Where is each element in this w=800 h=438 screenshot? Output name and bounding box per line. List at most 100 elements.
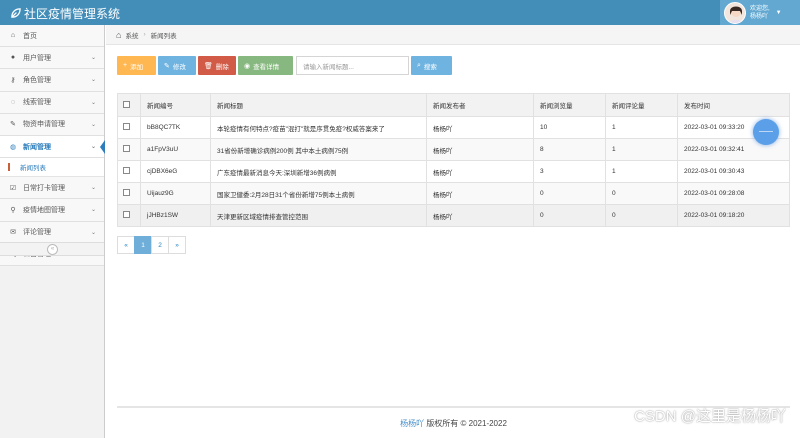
footer-copyright: 版权所有 © 2021-2022 — [426, 419, 507, 428]
column-header[interactable]: 新闻标题 — [210, 93, 427, 117]
key-icon: ⚷ — [10, 76, 16, 84]
sidebar-item[interactable]: ⌂ 首页 — [0, 25, 104, 48]
table-header-row: 新闻编号 新闻标题 新闻发布者 新闻浏览量 新闻评论量 发布时间 — [117, 93, 790, 117]
eye-icon: ◉ — [244, 62, 251, 70]
search-input[interactable]: 请输入新闻标题... — [296, 56, 409, 75]
table-cell: 天津更新区域疫情排查管控范围 — [210, 204, 427, 227]
table-cell: 10 — [533, 116, 606, 139]
table-cell: 0 — [533, 182, 606, 205]
sidebar-item[interactable]: ☑ 日常打卡管理 ⌄ — [0, 177, 104, 200]
table-cell: 0 — [605, 182, 678, 205]
user-menu[interactable]: 欢迎您, 杨杨吖 ▼ — [720, 0, 800, 25]
top-navbar: 社区疫情管理系统 欢迎您, 杨杨吖 ▼ — [0, 0, 800, 25]
table-cell: cjDBX6eG — [140, 160, 211, 183]
column-header[interactable]: 发布时间 — [677, 93, 790, 117]
pencil-icon: ✎ — [164, 62, 170, 70]
sidebar-item-label: 线索管理 — [23, 99, 51, 107]
double-chevron-left-icon[interactable]: « — [47, 244, 58, 255]
search-label: 搜索 — [423, 63, 437, 71]
table-cell: 0 — [605, 204, 678, 227]
page-next[interactable]: » — [168, 236, 186, 254]
table-cell: 杨杨吖 — [426, 116, 534, 139]
page-2[interactable]: 2 — [151, 236, 169, 254]
table-row[interactable]: jJHBz1SW 天津更新区域疫情排查管控范围 杨杨吖 0 0 2022-03-01 09… — [117, 204, 790, 227]
sidebar-item-label: 评论管理 — [23, 229, 51, 237]
checkbox-icon: ☑ — [9, 184, 17, 192]
table-cell: a1FpV3uU — [140, 138, 211, 161]
sidebar-item-label: 用户管理 — [23, 54, 51, 62]
column-header[interactable]: 新闻浏览量 — [533, 93, 606, 117]
edit-button[interactable]: ✎ 修改 — [158, 56, 196, 75]
avatar — [724, 1, 746, 24]
table-cell: 杨杨吖 — [426, 160, 534, 183]
sidebar-item-label: 疫情地图管理 — [23, 206, 65, 214]
chevron-down-icon: ⌄ — [90, 185, 96, 192]
app-brand[interactable]: 社区疫情管理系统 — [10, 5, 120, 22]
sidebar-subitem-news-list[interactable]: 新闻列表 — [0, 158, 104, 178]
row-checkbox[interactable] — [117, 116, 141, 139]
sidebar-item[interactable]: ✎ 物资申请管理 ⌄ — [0, 113, 104, 136]
search-icon: ⌕ — [417, 61, 421, 69]
table-cell: 2022-03-01 09:18:20 — [677, 204, 790, 227]
column-header[interactable]: 新闻评论量 — [605, 93, 678, 117]
table-row[interactable]: Uijauz9G 国家卫健委:2月28日31个省份新增75例本土病例 杨杨吖 0 0 20… — [117, 182, 790, 205]
bulb-icon: ◌ — [10, 98, 16, 106]
table-cell: 8 — [533, 138, 606, 161]
table-row[interactable]: a1FpV3uU 31省份新增确诊病例200例 其中本土病例75例 杨杨吖 8 1 202… — [117, 138, 790, 161]
sidebar-item-label: 物资申请管理 — [23, 121, 65, 129]
sidebar-item-label: 角色管理 — [23, 76, 51, 84]
chevron-down-icon: ⌄ — [90, 77, 96, 84]
table-cell: 杨杨吖 — [426, 182, 534, 205]
add-label: 添加 — [130, 63, 144, 71]
column-header[interactable]: 新闻发布者 — [426, 93, 534, 117]
sidebar-collapse[interactable]: « — [0, 242, 104, 256]
page-1[interactable]: 1 — [134, 236, 152, 254]
table-cell: Uijauz9G — [140, 182, 211, 205]
table-cell: 广东疫情最新消息今天:深圳新增36例病例 — [210, 160, 427, 183]
table-row[interactable]: bB8QC7TK 本轮疫情有何特点?疫苗"混打"就是序贯免疫?权威答案来了 杨杨吖 1… — [117, 116, 790, 139]
row-checkbox[interactable] — [117, 138, 141, 161]
app-title: 社区疫情管理系统 — [24, 7, 121, 21]
column-header[interactable]: 新闻编号 — [140, 93, 211, 117]
table-cell: 31省份新增确诊病例200例 其中本土病例75例 — [210, 138, 427, 161]
chevron-down-icon: ⌄ — [90, 121, 96, 128]
add-button[interactable]: + 添加 — [117, 56, 156, 75]
row-checkbox[interactable] — [117, 204, 141, 227]
leaf-icon — [11, 8, 21, 18]
table-cell: 1 — [605, 116, 678, 139]
view-details-button[interactable]: ◉ 查看详情 — [238, 56, 293, 75]
home-icon[interactable]: ⌂ — [116, 30, 121, 40]
trash-icon: 🗑 — [204, 62, 213, 70]
floating-assistant-button[interactable] — [753, 119, 779, 145]
table-row[interactable]: cjDBX6eG 广东疫情最新消息今天:深圳新增36例病例 杨杨吖 3 1 2022-03… — [117, 160, 790, 183]
map-marker-icon: ⚲ — [10, 206, 16, 214]
table-cell: 1 — [605, 138, 678, 161]
view-label: 查看详情 — [253, 63, 280, 71]
sidebar-item[interactable]: ◌ 线索管理 ⌄ — [0, 91, 104, 114]
table-cell: 杨杨吖 — [426, 138, 534, 161]
table-cell: 0 — [533, 204, 606, 227]
user-greeting: 欢迎您, — [750, 5, 770, 12]
page-prev[interactable]: « — [117, 236, 135, 254]
breadcrumb-separator: › — [143, 31, 146, 38]
sidebar-item[interactable]: ◍ 新闻管理 ⌄ — [0, 135, 105, 159]
sidebar-item[interactable]: ⚲ 疫情地图管理 ⌄ — [0, 199, 104, 222]
table-cell: bB8QC7TK — [140, 116, 211, 139]
table-cell: jJHBz1SW — [140, 204, 211, 227]
sidebar-item[interactable]: ⚷ 角色管理 ⌄ — [0, 69, 104, 92]
sidebar-item[interactable]: ✉ 评论管理 ⌄ — [0, 221, 104, 244]
table-cell: 2022-03-01 09:30:43 — [677, 160, 790, 183]
delete-button[interactable]: 🗑 删除 — [198, 56, 236, 75]
row-checkbox[interactable] — [117, 160, 141, 183]
select-all-checkbox[interactable] — [117, 93, 141, 117]
breadcrumb-current: 新闻列表 — [150, 32, 177, 40]
table-cell: 杨杨吖 — [426, 204, 534, 227]
row-checkbox[interactable] — [117, 182, 141, 205]
sidebar-item[interactable]: ● 用户管理 ⌄ — [0, 47, 104, 70]
search-button[interactable]: ⌕ 搜索 — [411, 56, 452, 75]
sidebar-item-label: 新闻管理 — [23, 143, 51, 151]
plus-icon: + — [123, 62, 128, 69]
breadcrumb-root[interactable]: 系统 — [125, 30, 138, 40]
table-cell: 1 — [605, 160, 678, 183]
table-cell: 2022-03-01 09:28:08 — [677, 182, 790, 205]
